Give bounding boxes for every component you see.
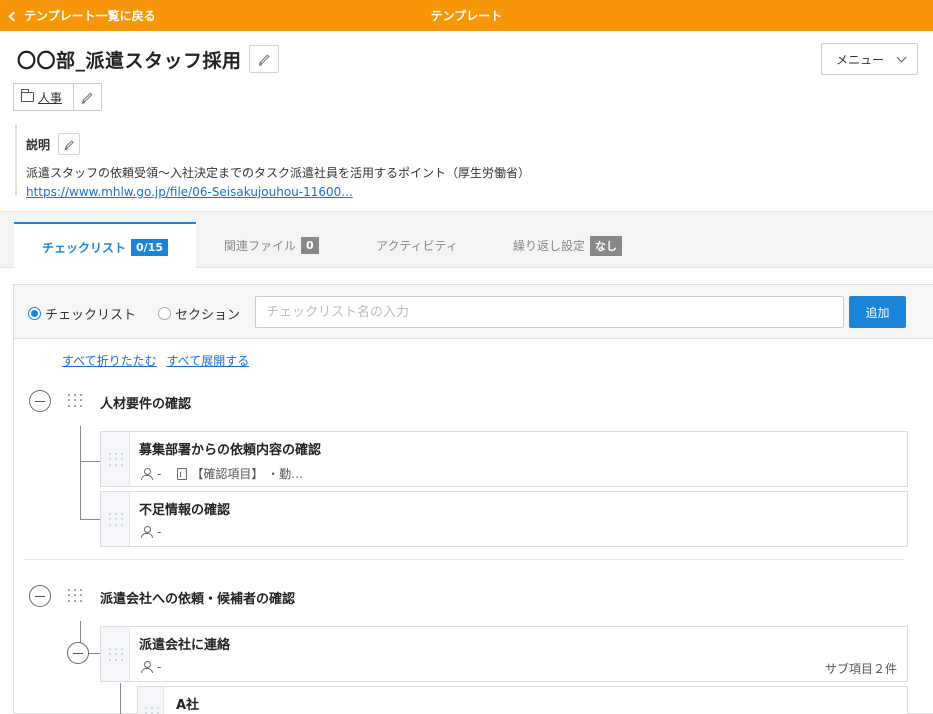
- item-assignee: -: [157, 660, 162, 674]
- repeat-status-badge: なし: [590, 235, 623, 256]
- item-grip-column: [101, 627, 130, 681]
- item-grip-column: [101, 492, 130, 546]
- item-title: 不足情報の確認: [139, 503, 231, 518]
- category-tag: 人事: [13, 83, 102, 111]
- radio-checklist[interactable]: チェックリスト: [28, 304, 136, 323]
- sub-checklist-item[interactable]: A社: [137, 686, 908, 714]
- top-bar: テンプレート一覧に戻る テンプレート: [0, 0, 933, 31]
- tab-related-files[interactable]: 関連ファイル 0: [224, 222, 319, 269]
- expand-collapse-links: すべて折りたたむ すべて展開する: [62, 352, 255, 369]
- category-label: 人事: [38, 90, 63, 105]
- collapse-section-button[interactable]: [29, 585, 51, 607]
- back-to-template-list-link[interactable]: テンプレート一覧に戻る: [8, 7, 156, 24]
- drag-handle-icon[interactable]: [68, 589, 82, 603]
- note-icon: [177, 467, 188, 480]
- checklist-panel: チェックリスト セクション 追加 すべて折りたたむ すべて展開する 人材要件の確…: [13, 284, 933, 714]
- radio-section-label: セクション: [175, 308, 241, 323]
- description-text: 派遣スタッフの依頼受領〜入社決定までのタスク派遣社員を活用するポイント（厚生労働…: [26, 166, 531, 180]
- pencil-icon: [64, 139, 74, 149]
- collapse-all-link[interactable]: すべて折りたたむ: [62, 354, 157, 368]
- item-title: A社: [176, 698, 200, 713]
- category-link[interactable]: 人事: [14, 84, 74, 110]
- radio-section[interactable]: セクション: [158, 304, 240, 323]
- section-divider: [24, 559, 904, 560]
- section-title: 人材要件の確認: [100, 397, 192, 412]
- edit-description-button[interactable]: [58, 133, 81, 155]
- chevron-left-icon: [8, 11, 19, 21]
- tree-branch: [80, 461, 100, 462]
- tab-checklist[interactable]: チェックリスト 0/15: [14, 222, 196, 270]
- item-assignee: -: [157, 525, 162, 539]
- section-title: 派遣会社への依頼・候補者の確認: [100, 592, 296, 607]
- add-button[interactable]: 追加: [849, 296, 906, 328]
- edit-category-button[interactable]: [74, 84, 101, 110]
- checklist-item[interactable]: 不足情報の確認 -: [100, 491, 908, 547]
- drag-handle-icon[interactable]: [68, 394, 82, 408]
- radio-unselected-icon: [158, 307, 171, 320]
- edit-title-button[interactable]: [249, 45, 279, 73]
- drag-handle-icon[interactable]: [109, 648, 123, 662]
- item-grip-column: [101, 432, 130, 486]
- pencil-icon: [82, 92, 93, 102]
- tab-related-files-label: 関連ファイル: [224, 239, 297, 253]
- tab-activity-label: アクティビティ: [376, 239, 458, 253]
- item-note: 【確認項目】 ・勤…: [191, 467, 304, 481]
- description-heading: 説明: [26, 137, 51, 152]
- subitem-count: サブ項目２件: [824, 662, 897, 676]
- checklist-name-input[interactable]: [255, 296, 844, 328]
- user-icon: [141, 661, 153, 673]
- item-meta: -: [141, 660, 161, 674]
- menu-label: メニュー: [836, 52, 885, 67]
- collapse-subitems-button[interactable]: [67, 642, 89, 664]
- folder-icon: [21, 89, 34, 102]
- tree-line: [80, 426, 81, 519]
- menu-dropdown-button[interactable]: メニュー: [821, 43, 918, 75]
- tab-bar: チェックリスト 0/15 関連ファイル 0 アクティビティ 繰り返し設定 なし: [0, 211, 933, 270]
- related-files-count-badge: 0: [301, 237, 319, 254]
- radio-checklist-label: チェックリスト: [45, 308, 137, 323]
- description-block: 説明 派遣スタッフの依頼受領〜入社決定までのタスク派遣社員を活用するポイント（厚…: [15, 125, 555, 199]
- description-link[interactable]: https://www.mhlw.go.jp/file/06-Seisakujo…: [26, 185, 555, 199]
- add-checklist-form: チェックリスト セクション 追加: [14, 285, 933, 339]
- item-title: 募集部署からの依頼内容の確認: [139, 443, 322, 458]
- user-icon: [141, 467, 153, 480]
- tree-line: [120, 683, 121, 714]
- collapse-section-button[interactable]: [29, 390, 51, 412]
- checklist-item[interactable]: 派遣会社に連絡 - サブ項目２件: [100, 626, 908, 682]
- checklist-item[interactable]: 募集部署からの依頼内容の確認 - 【確認項目】 ・勤…: [100, 431, 908, 487]
- tab-repeat-settings-label: 繰り返し設定: [513, 239, 586, 253]
- item-meta: - 【確認項目】 ・勤…: [141, 465, 303, 482]
- drag-handle-icon[interactable]: [109, 513, 123, 527]
- tree-branch: [80, 519, 100, 520]
- pencil-icon: [259, 54, 269, 64]
- checklist-progress-badge: 0/15: [131, 238, 168, 256]
- item-grip-column: [138, 687, 164, 714]
- tab-repeat-settings[interactable]: 繰り返し設定 なし: [513, 222, 623, 269]
- user-icon: [141, 526, 153, 538]
- template-title: 〇〇部_派遣スタッフ採用: [17, 50, 242, 72]
- expand-all-link[interactable]: すべて展開する: [167, 354, 250, 368]
- radio-selected-icon: [28, 307, 41, 320]
- item-meta: -: [141, 525, 161, 539]
- chevron-down-icon: [896, 52, 907, 62]
- tree-branch: [89, 653, 100, 654]
- tab-activity[interactable]: アクティビティ: [376, 222, 458, 269]
- tab-checklist-label: チェックリスト: [42, 240, 127, 255]
- back-link-label: テンプレート一覧に戻る: [24, 9, 156, 23]
- drag-handle-icon[interactable]: [109, 453, 123, 467]
- item-assignee: -: [157, 466, 162, 481]
- item-title: 派遣会社に連絡: [139, 638, 231, 653]
- drag-handle-icon[interactable]: [145, 707, 159, 714]
